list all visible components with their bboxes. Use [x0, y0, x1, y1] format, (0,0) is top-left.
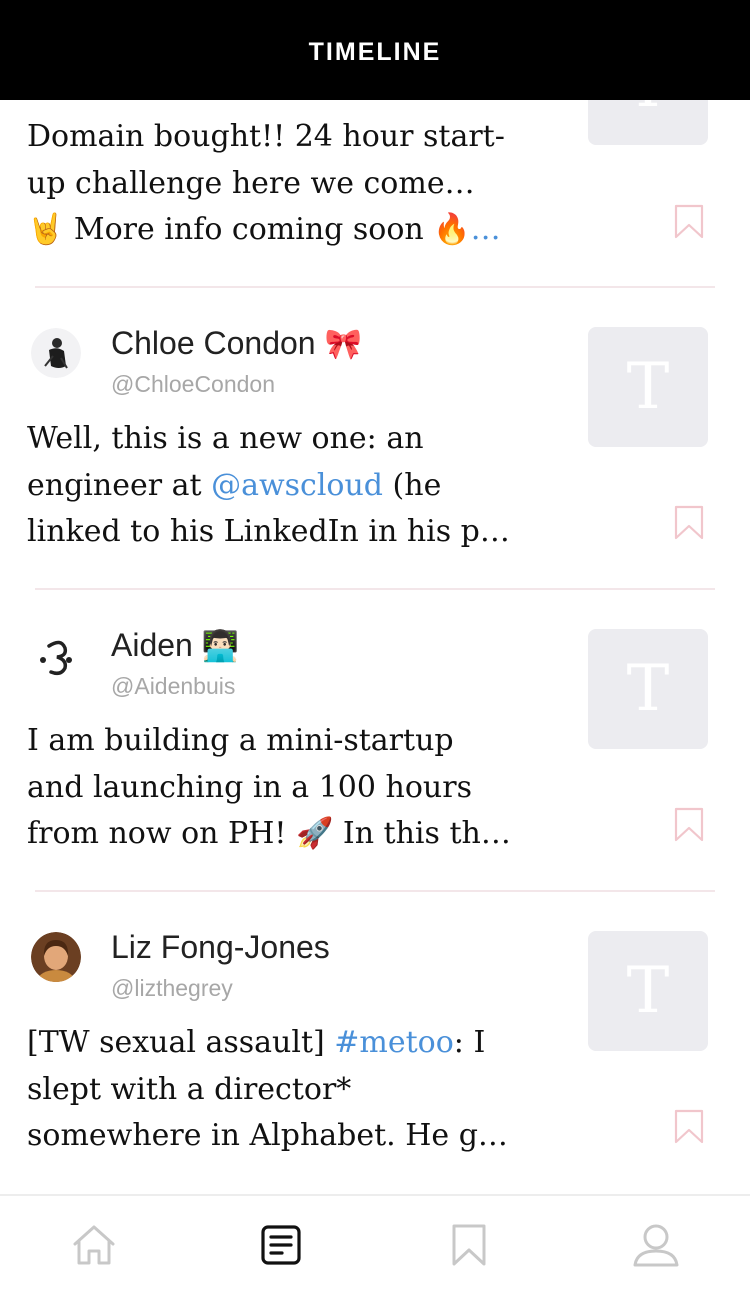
- tab-bar: [0, 1194, 750, 1294]
- tweet-card[interactable]: Chloe Condon 🎀 @ChloeCondon Well, this i…: [0, 288, 750, 590]
- tweet-thumbnail[interactable]: T: [588, 100, 708, 145]
- author-handle[interactable]: @ChloeCondon: [111, 371, 275, 398]
- hashtag-link[interactable]: #metoo: [334, 1025, 454, 1060]
- tab-timeline[interactable]: [254, 1218, 308, 1272]
- tweet-text: Domain bought!! 24 hour start- up challe…: [27, 119, 505, 247]
- timeline-icon: [261, 1225, 301, 1265]
- tweet-thumbnail[interactable]: T: [588, 629, 708, 749]
- bookmark-icon[interactable]: [673, 1109, 705, 1145]
- tweet-thumbnail[interactable]: T: [588, 931, 708, 1051]
- author-handle[interactable]: @lizthegrey: [111, 975, 233, 1002]
- bookmark-icon[interactable]: [673, 807, 705, 843]
- app-header: TIMELINE: [0, 0, 750, 100]
- tweet-thumbnail[interactable]: T: [588, 327, 708, 447]
- profile-icon: [633, 1224, 679, 1267]
- author-name[interactable]: Aiden 👨🏻‍💻: [111, 627, 239, 664]
- avatar[interactable]: [31, 932, 81, 982]
- timeline-feed[interactable]: Domain bought!! 24 hour start- up challe…: [0, 100, 750, 1194]
- tweet-text: Well, this is a new one: an engineer at …: [27, 421, 510, 549]
- avatar[interactable]: [31, 328, 81, 378]
- tweet-text: [TW sexual assault] #metoo: I slept with…: [27, 1025, 508, 1153]
- bookmark-icon: [452, 1224, 486, 1266]
- author-name[interactable]: Chloe Condon 🎀: [111, 325, 362, 362]
- bookmark-icon[interactable]: [673, 204, 705, 240]
- author-name[interactable]: Liz Fong-Jones: [111, 929, 330, 966]
- avatar[interactable]: [31, 630, 81, 680]
- bookmark-icon[interactable]: [673, 505, 705, 541]
- mention-link[interactable]: @awscloud: [211, 468, 383, 503]
- tab-home[interactable]: [67, 1218, 121, 1272]
- tweet-card[interactable]: Domain bought!! 24 hour start- up challe…: [0, 100, 750, 288]
- home-icon: [73, 1225, 115, 1265]
- tab-bookmarks[interactable]: [442, 1218, 496, 1272]
- tweet-text: I am building a mini-startup and launchi…: [27, 723, 511, 851]
- tweet-card[interactable]: Liz Fong-Jones @lizthegrey [TW sexual as…: [0, 892, 750, 1194]
- author-handle[interactable]: @Aidenbuis: [111, 673, 235, 700]
- page-title: TIMELINE: [308, 37, 442, 66]
- tweet-card[interactable]: Aiden 👨🏻‍💻 @Aidenbuis I am building a mi…: [0, 590, 750, 892]
- tab-profile[interactable]: [629, 1218, 683, 1272]
